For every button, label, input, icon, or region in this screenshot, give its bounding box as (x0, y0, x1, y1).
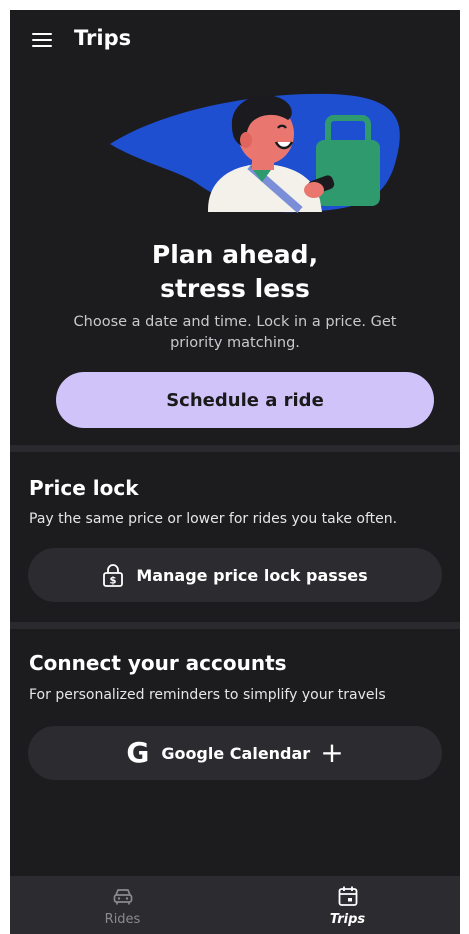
lock-dollar-icon: $ (103, 564, 124, 587)
bottom-navigation: Rides Trips (10, 876, 460, 934)
hero-title-line2: stress less (160, 274, 310, 303)
connect-accounts-description: For personalized reminders to simplify y… (29, 687, 386, 703)
manage-price-lock-label: Manage price lock passes (136, 565, 368, 585)
nav-label-rides: Rides (104, 912, 141, 927)
google-g-icon: G (126, 736, 150, 769)
car-icon (113, 889, 133, 905)
trips-screen: Trips Plan ahead, stress less Choose a d… (10, 10, 460, 934)
hamburger-menu-icon[interactable] (30, 30, 54, 50)
price-lock-title: Price lock (29, 476, 139, 500)
hero-title-line1: Plan ahead, (151, 240, 319, 269)
section-divider (10, 445, 460, 452)
app-header: Trips (10, 10, 460, 70)
hero-title: Plan ahead, stress less (10, 238, 460, 306)
schedule-ride-button[interactable]: Schedule a ride (56, 372, 434, 428)
page-title: Trips (74, 26, 132, 50)
svg-text:$: $ (110, 576, 117, 587)
hero-subtitle: Choose a date and time. Lock in a price.… (73, 314, 397, 351)
section-divider (10, 622, 460, 629)
nav-item-rides[interactable]: Rides (10, 876, 235, 934)
nav-label-trips: Trips (329, 912, 366, 927)
nav-item-trips[interactable]: Trips (235, 876, 460, 934)
price-lock-description: Pay the same price or lower for rides yo… (29, 511, 398, 527)
google-calendar-label: Google Calendar (161, 743, 311, 763)
plus-icon: + (320, 736, 344, 769)
connect-accounts-title: Connect your accounts (29, 651, 287, 675)
driver-illustration (110, 93, 400, 214)
manage-price-lock-button[interactable]: $ Manage price lock passes (28, 548, 442, 602)
google-calendar-button[interactable]: G Google Calendar + (28, 726, 442, 780)
calendar-icon (338, 886, 358, 906)
